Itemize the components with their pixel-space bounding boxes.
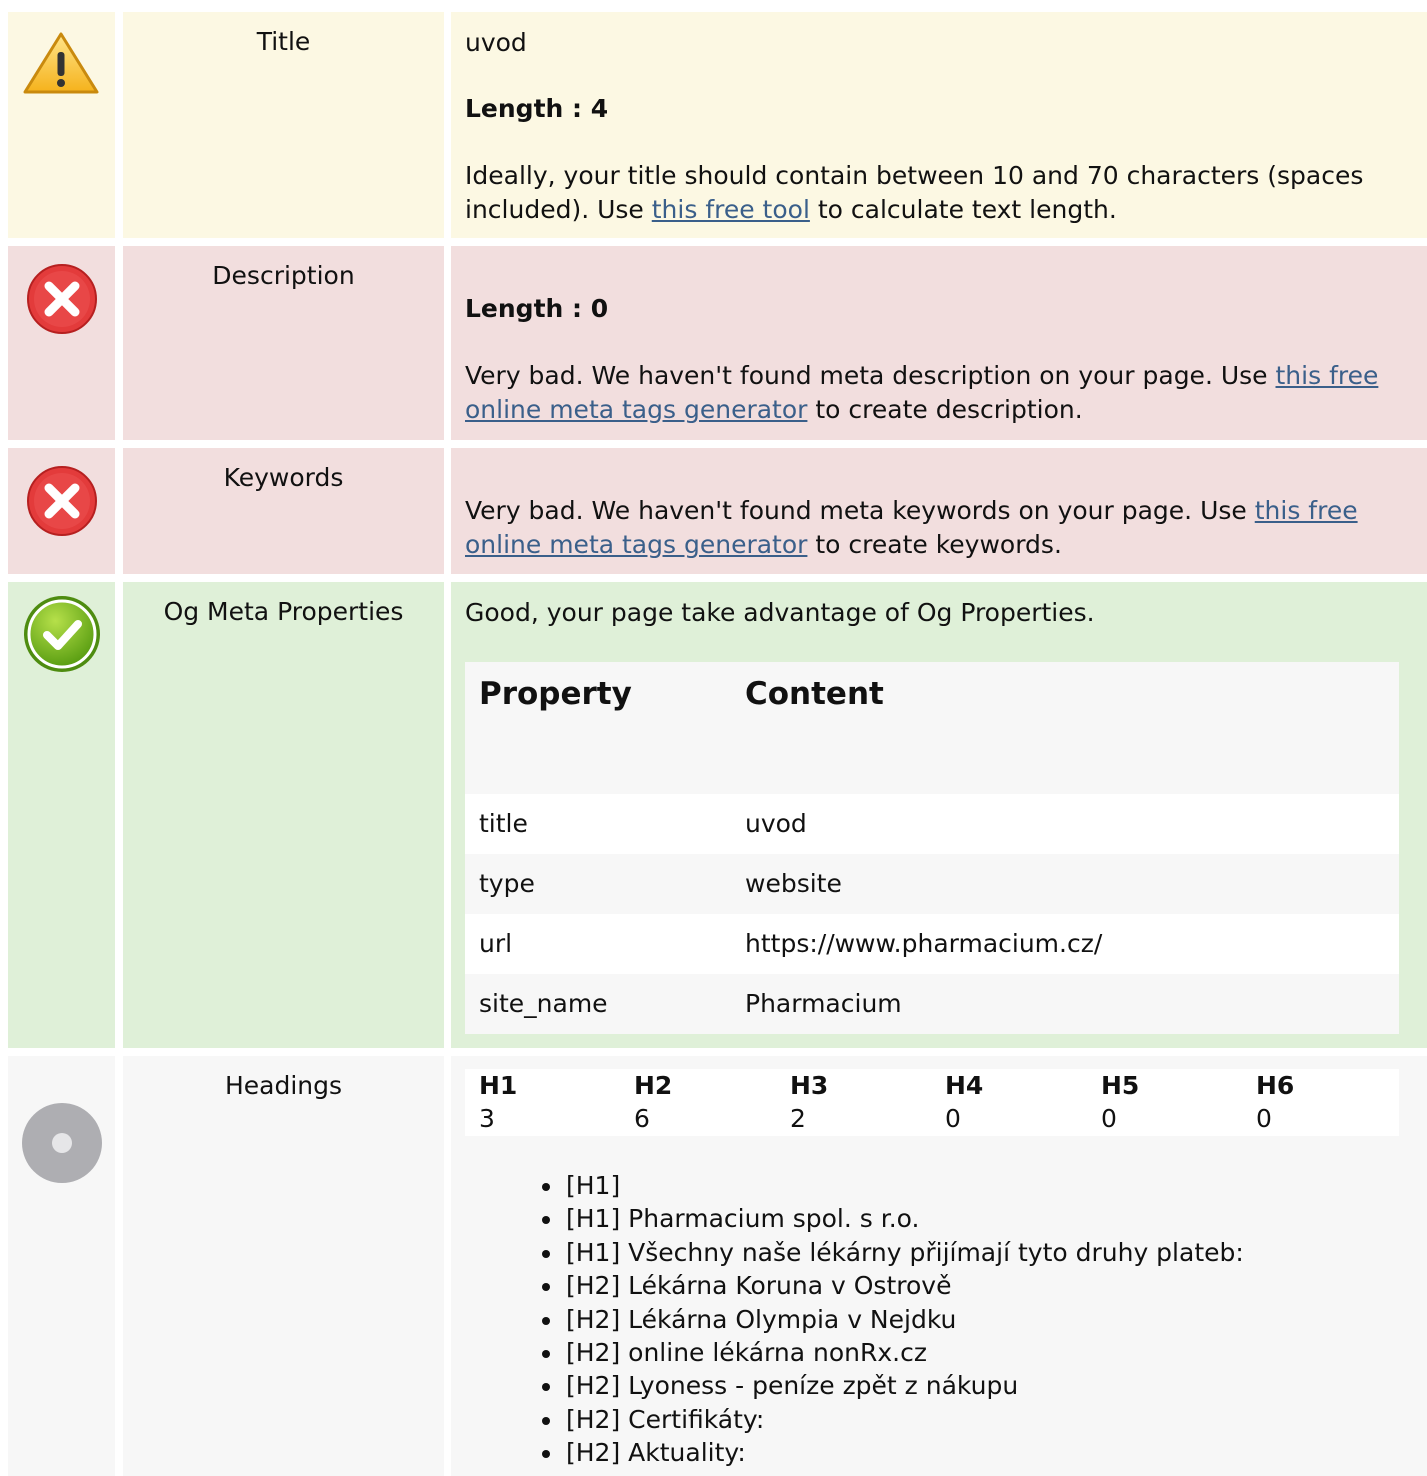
title-status-cell — [8, 12, 115, 238]
og-message: Good, your page take advantage of Og Pro… — [465, 598, 1095, 627]
heading-count: 0 — [945, 1104, 961, 1133]
heading-tag: H6 — [1256, 1071, 1295, 1100]
list-item: [H2] Aktuality: — [542, 1436, 1244, 1469]
title-row: Title uvod Length : 4 Ideally, your titl… — [0, 12, 1427, 238]
og-table-row: title uvod — [465, 794, 1399, 854]
list-item: [H2] Lékárna Olympia v Nejdku — [542, 1303, 1244, 1336]
heading-count-h2: H2 6 — [634, 1069, 789, 1135]
og-property: site_name — [479, 989, 608, 1018]
list-item: [H1] Pharmacium spol. s r.o. — [542, 1202, 1244, 1235]
keywords-row: Keywords Very bad. We haven't found meta… — [0, 448, 1427, 574]
keywords-status-cell — [8, 448, 115, 574]
title-content: uvod Length : 4 Ideally, your title shou… — [451, 12, 1427, 238]
keywords-message-tail: to create keywords. — [807, 530, 1062, 559]
list-item: [H2] online lékárna nonRx.cz — [542, 1336, 1244, 1369]
description-message: Very bad. We haven't found meta descript… — [465, 359, 1425, 427]
heading-tag: H5 — [1101, 1071, 1140, 1100]
og-label: Og Meta Properties — [123, 582, 444, 1048]
og-content-value: website — [745, 869, 842, 898]
list-item: [H2] Certifikáty: — [542, 1403, 1244, 1436]
og-property: title — [479, 809, 528, 838]
heading-tag: H4 — [945, 1071, 984, 1100]
heading-count-h3: H3 2 — [790, 1069, 945, 1135]
description-message-text: Very bad. We haven't found meta descript… — [465, 361, 1276, 390]
warning-icon — [23, 32, 99, 94]
heading-count-h5: H5 0 — [1101, 1069, 1256, 1135]
keywords-content: Very bad. We haven't found meta keywords… — [451, 448, 1427, 574]
og-content-value: https://www.pharmacium.cz/ — [745, 929, 1103, 958]
error-icon — [27, 466, 97, 536]
og-header-property: Property — [479, 676, 632, 712]
keywords-label: Keywords — [123, 448, 444, 574]
heading-count: 0 — [1256, 1104, 1272, 1133]
heading-count: 0 — [1101, 1104, 1117, 1133]
keywords-message: Very bad. We haven't found meta keywords… — [465, 494, 1425, 562]
description-content: Length : 0 Very bad. We haven't found me… — [451, 246, 1427, 440]
list-item: [H1] — [542, 1169, 1244, 1202]
headings-status-cell — [8, 1056, 115, 1476]
description-row: Description Length : 0 Very bad. We have… — [0, 246, 1427, 440]
og-table-row: site_name Pharmacium — [465, 974, 1399, 1034]
og-status-cell — [8, 582, 115, 1048]
description-length: Length : 0 — [465, 294, 609, 323]
list-item: [H2] Lékárna Koruna v Ostrově — [542, 1269, 1244, 1302]
og-table-row: url https://www.pharmacium.cz/ — [465, 914, 1399, 974]
og-header-content: Content — [745, 676, 884, 712]
og-property: type — [479, 869, 535, 898]
heading-count: 3 — [479, 1104, 495, 1133]
title-message: Ideally, your title should contain betwe… — [465, 159, 1425, 227]
heading-count: 2 — [790, 1104, 806, 1133]
list-item: [H1] Všechny naše lékárny přijímají tyto… — [542, 1236, 1244, 1269]
description-message-tail: to create description. — [807, 395, 1083, 424]
keywords-message-text: Very bad. We haven't found meta keywords… — [465, 496, 1255, 525]
og-content-value: uvod — [745, 809, 807, 838]
title-value: uvod — [465, 28, 527, 57]
og-table-row: type website — [465, 854, 1399, 914]
neutral-icon — [22, 1103, 102, 1183]
heading-tag: H2 — [634, 1071, 673, 1100]
heading-count-h1: H1 3 — [479, 1069, 634, 1135]
headings-label: Headings — [123, 1056, 444, 1476]
title-message-tail: to calculate text length. — [809, 195, 1117, 224]
title-length: Length : 4 — [465, 94, 609, 123]
headings-list: [H1] [H1] Pharmacium spol. s r.o. [H1] V… — [542, 1169, 1244, 1470]
og-property: url — [479, 929, 513, 958]
heading-count-h6: H6 0 — [1256, 1069, 1411, 1135]
og-table-header: Property Content — [465, 662, 1399, 794]
heading-count-h4: H4 0 — [945, 1069, 1100, 1135]
description-label: Description — [123, 246, 444, 440]
error-icon — [27, 264, 97, 334]
headings-count-table: H1 3 H2 6 H3 2 H4 0 H5 0 H6 0 — [465, 1069, 1399, 1136]
heading-count: 6 — [634, 1104, 650, 1133]
heading-tag: H1 — [479, 1071, 518, 1100]
description-status-cell — [8, 246, 115, 440]
heading-tag: H3 — [790, 1071, 829, 1100]
og-properties-table: Property Content title uvod type website… — [465, 662, 1399, 1035]
list-item: [H2] Lyoness - peníze zpět z nákupu — [542, 1369, 1244, 1402]
og-content-value: Pharmacium — [745, 989, 902, 1018]
title-label: Title — [123, 12, 444, 238]
free-tool-link[interactable]: this free tool — [652, 195, 810, 224]
success-icon — [24, 596, 100, 672]
